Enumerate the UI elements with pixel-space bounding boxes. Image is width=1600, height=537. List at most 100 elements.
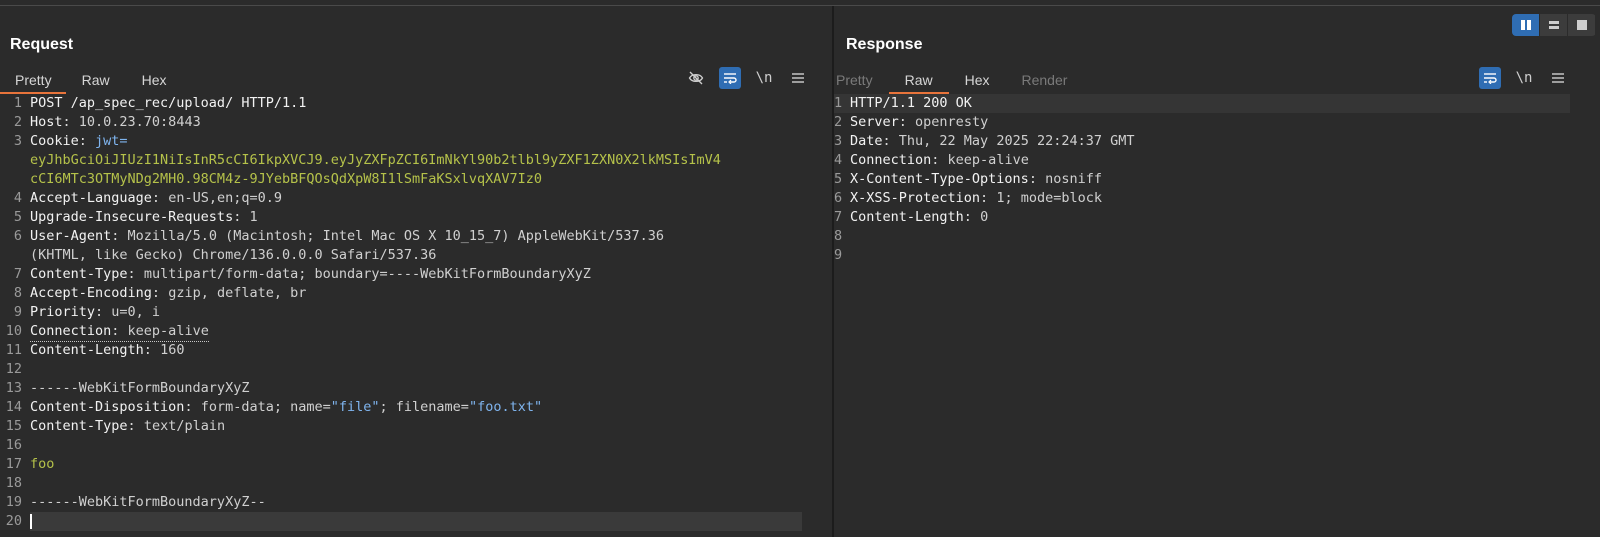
menu-icon[interactable]: [787, 67, 809, 89]
jwt-value: eyJhbGciOiJIUzI1NiIsInR5cCI6IkpXVCJ9.eyJ…: [30, 152, 721, 168]
line-number: 3: [834, 133, 843, 149]
line-number: 6: [13, 228, 22, 244]
header-sep: :: [111, 323, 128, 339]
line-number: 8: [834, 228, 843, 244]
line-number: 17: [5, 456, 22, 472]
boundary: ------WebKitFormBoundaryXyZ--: [30, 494, 266, 510]
header-sep: :: [62, 114, 79, 130]
header-name: Priority: [30, 304, 96, 320]
eye-off-icon[interactable]: [685, 67, 707, 89]
header-name: Connection: [30, 323, 112, 339]
code-line: 14 Content-Disposition: form-data; name="…: [0, 398, 832, 417]
code-line: 5 Upgrade-Insecure-Requests: 1: [0, 208, 832, 227]
header-sep: :: [151, 190, 169, 206]
header-sep: :: [127, 266, 144, 282]
code-line-current[interactable]: 20: [0, 512, 832, 531]
code-line: 11 Content-Length: 160: [0, 341, 832, 360]
code-line: 2 Server: openresty: [834, 113, 1600, 132]
header-name: X-Content-Type-Options: [850, 171, 1029, 187]
newline-toggle[interactable]: \n: [1513, 67, 1535, 89]
request-pane: Request Pretty Raw Hex \n 1 POST /ap_spec…: [0, 6, 832, 537]
header-name: User-Agent: [30, 228, 112, 244]
header-name: Content-Disposition: [30, 399, 185, 415]
header-name: X-XSS-Protection: [850, 190, 981, 206]
header-value: nosniff: [1045, 171, 1102, 187]
header-sep: :: [963, 209, 981, 225]
code-line: 1 POST /ap_spec_rec/upload/ HTTP/1.1: [0, 94, 832, 113]
code-line: 9: [834, 246, 1600, 265]
header-value: 10.0.23.70:8443: [78, 114, 201, 130]
header-sep: :: [898, 114, 916, 130]
code-line: 4 Connection: keep-alive: [834, 151, 1600, 170]
code-line: 13 ------WebKitFormBoundaryXyZ: [0, 379, 832, 398]
request-tabs: Pretty Raw Hex: [0, 66, 183, 94]
tab-response-hex[interactable]: Hex: [949, 66, 1006, 94]
header-name: Host: [30, 114, 63, 130]
request-title: Request: [10, 36, 74, 53]
status-line: HTTP/1.1 200 OK: [850, 95, 972, 111]
line-number: 18: [5, 475, 22, 491]
line-number: 20: [5, 513, 22, 529]
code-line: 6 User-Agent: Mozilla/5.0 (Macintosh; Int…: [0, 227, 832, 246]
wrap-icon[interactable]: [1479, 67, 1501, 89]
response-title: Response: [846, 36, 923, 53]
header-sep: :: [151, 285, 169, 301]
line-number: 9: [13, 304, 22, 320]
line-number: 15: [5, 418, 22, 434]
tab-request-pretty[interactable]: Pretty: [0, 66, 66, 94]
code-line: 2 Host: 10.0.23.70:8443: [0, 113, 832, 132]
tab-response-render[interactable]: Render: [1006, 66, 1084, 94]
code-line: 16: [0, 436, 832, 455]
code-line: 17 foo: [0, 455, 832, 474]
wrap-icon[interactable]: [719, 67, 741, 89]
header-name: Accept-Language: [30, 190, 152, 206]
line-number: 7: [13, 266, 22, 282]
line-number: 4: [13, 190, 22, 206]
tab-request-hex[interactable]: Hex: [126, 66, 183, 94]
header-value: ; filename=: [379, 399, 469, 415]
code-line: 3 Cookie: jwt=: [0, 132, 832, 151]
response-editor[interactable]: 1 HTTP/1.1 200 OK 2 Server: openresty 3 Dat…: [834, 94, 1600, 537]
header-sep: :: [143, 342, 161, 358]
code-line: 18: [0, 474, 832, 493]
line-number: 9: [834, 247, 843, 263]
code-line: eyJhbGciOiJIUzI1NiIsInR5cCI6IkpXVCJ9.eyJ…: [0, 151, 832, 170]
header-name: Content-Length: [30, 342, 144, 358]
header-sep: :: [111, 228, 128, 244]
line-number: 5: [834, 171, 843, 187]
header-value: keep-alive: [127, 323, 209, 339]
line-number: 3: [13, 133, 22, 149]
cookie-name: jwt=: [95, 133, 128, 149]
line-number: 1: [834, 95, 843, 111]
newline-toggle[interactable]: \n: [753, 67, 775, 89]
header-value: openresty: [915, 114, 989, 130]
header-value: en-US,en;q=0.9: [168, 190, 282, 206]
code-line: 9 Priority: u=0, i: [0, 303, 832, 322]
code-line: 7 Content-Length: 0: [834, 208, 1600, 227]
line-number: 19: [5, 494, 22, 510]
tab-response-raw[interactable]: Raw: [888, 66, 949, 94]
header-name: Server: [850, 114, 899, 130]
code-line: 4 Accept-Language: en-US,en;q=0.9: [0, 189, 832, 208]
line-number: 2: [834, 114, 843, 130]
code-line: 8 Accept-Encoding: gzip, deflate, br: [0, 284, 832, 303]
header-sep: :: [127, 418, 144, 434]
header-name: Connection: [850, 152, 932, 168]
line-number: 4: [834, 152, 843, 168]
request-line: POST /ap_spec_rec/upload/ HTTP/1.1: [30, 95, 307, 111]
body-text: foo: [30, 456, 55, 472]
header-name: Content-Type: [30, 418, 128, 434]
request-editor[interactable]: 1 POST /ap_spec_rec/upload/ HTTP/1.1 2 Hos…: [0, 94, 832, 537]
menu-icon[interactable]: [1547, 67, 1569, 89]
line-number: 8: [13, 285, 22, 301]
header-value: Mozilla/5.0 (Macintosh; Intel Mac OS X 1…: [127, 228, 664, 244]
code-line: 8: [834, 227, 1600, 246]
code-line: 5 X-Content-Type-Options: nosniff: [834, 170, 1600, 189]
header-value: text/plain: [143, 418, 226, 434]
header-value: Thu, 22 May 2025 22:24:37 GMT: [898, 133, 1135, 149]
response-pane: Response Pretty Raw Hex Render \n 1 HTTP/…: [834, 6, 1600, 537]
tab-request-raw[interactable]: Raw: [66, 66, 126, 94]
tab-response-pretty[interactable]: Pretty: [834, 66, 889, 94]
line-number: 14: [5, 399, 22, 415]
header-name: Content-Length: [850, 209, 964, 225]
